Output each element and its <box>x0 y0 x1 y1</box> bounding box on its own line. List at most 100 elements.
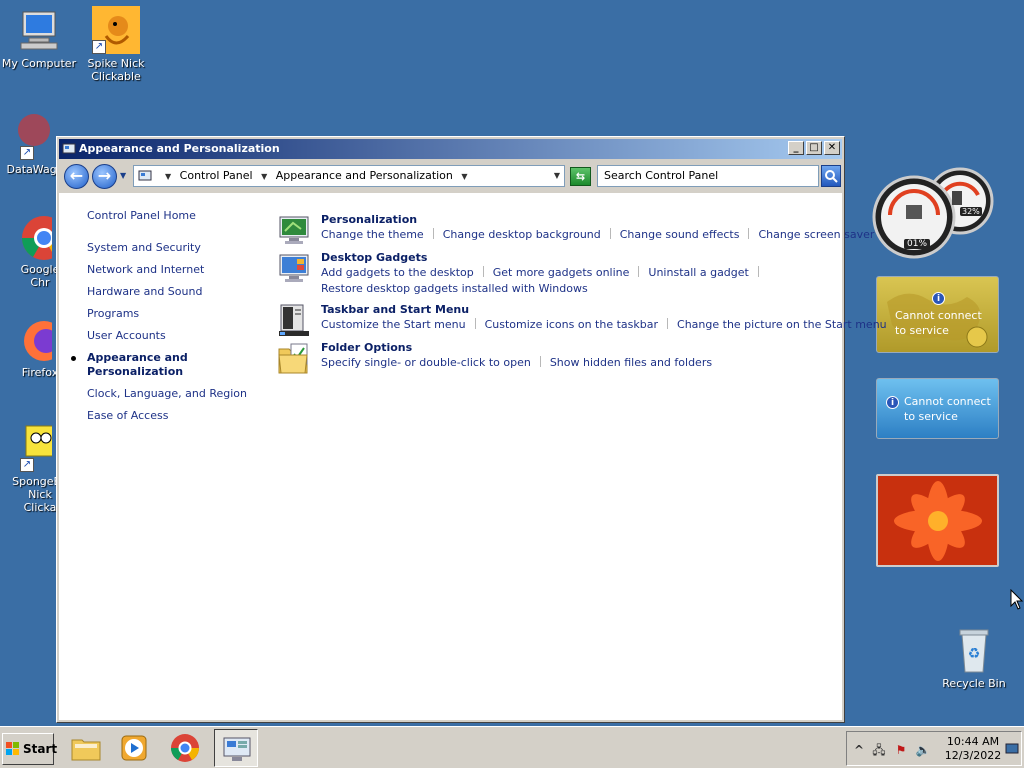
link-customize-start-menu[interactable]: Customize the Start menu <box>321 318 466 331</box>
volume-icon[interactable]: 🔈 <box>915 742 931 758</box>
section-title[interactable]: Taskbar and Start Menu <box>321 303 841 317</box>
address-bar[interactable]: ▼ Control Panel ▼ Appearance and Persona… <box>133 165 565 187</box>
show-desktop-icon <box>1005 743 1019 754</box>
navigation-toolbar: ← → ▼ ▼ Control Panel ▼ Appearance and P… <box>59 161 842 191</box>
nav-hardware-and-sound[interactable]: Hardware and Sound <box>87 285 267 299</box>
link-separator <box>667 318 669 329</box>
shortcut-arrow-icon: ↗ <box>20 458 34 472</box>
left-navigation: Control Panel Home System and Security N… <box>71 209 267 431</box>
link-separator <box>482 266 484 277</box>
desktop-icon-label: My Computer <box>1 57 77 70</box>
search-icon <box>825 170 838 183</box>
close-button[interactable]: ✕ <box>824 141 840 155</box>
geo-weather-gadget[interactable]: i Cannot connect to service <box>876 276 999 353</box>
clock-time: 10:44 AM <box>946 735 1000 748</box>
current-page-bullet-icon <box>71 356 76 361</box>
desktop-icon-label: Clickable <box>91 70 141 83</box>
search-button[interactable] <box>821 165 841 187</box>
minimize-button[interactable]: _ <box>788 141 804 155</box>
link-separator <box>757 266 759 277</box>
link-separator <box>474 318 476 329</box>
desktop-icon-recycle-bin[interactable]: ♻ Recycle Bin <box>934 626 1014 690</box>
breadcrumb-control-panel[interactable]: Control Panel <box>180 169 253 182</box>
link-get-more-gadgets[interactable]: Get more gadgets online <box>493 266 630 279</box>
desktop-icon-label: Spike Nick <box>87 57 145 70</box>
nav-ease-of-access[interactable]: Ease of Access <box>87 409 267 423</box>
link-separator <box>539 356 541 367</box>
cpu-meter-gadget[interactable]: 01% 32% <box>872 165 1002 265</box>
breadcrumb-arrow-icon[interactable]: ▼ <box>261 172 267 181</box>
breadcrumb-arrow-icon[interactable]: ▼ <box>165 172 171 181</box>
clock-date: 12/3/2022 <box>944 749 1002 762</box>
taskbar-app-media-player[interactable] <box>112 729 156 767</box>
maximize-button[interactable]: □ <box>806 141 822 155</box>
taskbar-app-chrome[interactable] <box>163 729 207 767</box>
nav-control-panel-home[interactable]: Control Panel Home <box>87 209 267 223</box>
link-add-gadgets[interactable]: Add gadgets to the desktop <box>321 266 474 279</box>
shortcut-arrow-icon: ↗ <box>92 40 106 54</box>
section-title[interactable]: Desktop Gadgets <box>321 251 841 265</box>
folder-options-icon <box>278 343 308 374</box>
firefox-icon <box>4 315 64 363</box>
section-title[interactable]: Personalization <box>321 213 841 227</box>
link-customize-taskbar-icons[interactable]: Customize icons on the taskbar <box>485 318 658 331</box>
slideshow-gadget[interactable] <box>876 474 999 567</box>
desktop-icon-my-computer[interactable]: My Computer <box>0 6 79 70</box>
search-input[interactable]: Search Control Panel <box>597 165 819 187</box>
info-icon: i <box>886 396 899 409</box>
link-separator <box>432 228 434 239</box>
system-clock[interactable]: 10:44 AM 12/3/2022 <box>943 735 1003 763</box>
breadcrumb-arrow-icon[interactable]: ▼ <box>461 172 467 181</box>
taskbar: Start ^ 🖧 ⚑ 🔈 10:44 AM 12/3/2022 <box>0 726 1024 768</box>
show-desktop-button[interactable] <box>1005 741 1019 757</box>
gadget-message-line: Cannot connect <box>904 395 991 408</box>
nav-appearance-and-personalization[interactable]: Appearance and Personalization <box>71 351 267 379</box>
taskbar-app-file-explorer[interactable] <box>64 729 108 767</box>
link-show-hidden-files[interactable]: Show hidden files and folders <box>550 356 712 369</box>
nav-programs[interactable]: Programs <box>87 307 267 321</box>
show-hidden-icons-button[interactable]: ^ <box>851 742 867 758</box>
memory-usage-value: 32% <box>960 207 982 216</box>
link-change-desktop-background[interactable]: Change desktop background <box>443 228 601 241</box>
info-icon: i <box>932 292 945 305</box>
forward-button[interactable]: → <box>92 164 117 189</box>
link-single-double-click[interactable]: Specify single- or double-click to open <box>321 356 531 369</box>
breadcrumb-appearance[interactable]: Appearance and Personalization <box>276 169 453 182</box>
network-icon[interactable]: 🖧 <box>871 742 887 758</box>
window-title: Appearance and Personalization <box>79 142 280 155</box>
section-taskbar-start-menu: Taskbar and Start Menu Customize the Sta… <box>277 303 887 339</box>
chrome-icon <box>4 212 66 260</box>
nav-system-and-security[interactable]: System and Security <box>87 241 267 255</box>
refresh-button[interactable]: ⇆ <box>570 167 591 186</box>
shortcut-arrow-icon: ↗ <box>20 146 34 160</box>
control-panel-window[interactable]: Appearance and Personalization _ □ ✕ ← →… <box>56 136 887 723</box>
recent-pages-dropdown[interactable]: ▼ <box>120 171 126 180</box>
mouse-cursor-icon <box>1010 589 1024 610</box>
system-tray: ^ 🖧 ⚑ 🔈 10:44 AM 12/3/2022 <box>846 731 1022 766</box>
section-title[interactable]: Folder Options <box>321 341 841 355</box>
link-change-theme[interactable]: Change the theme <box>321 228 424 241</box>
taskbar-app-control-panel[interactable] <box>214 729 258 767</box>
link-change-screen-saver[interactable]: Change screen saver <box>758 228 874 241</box>
nav-network-and-internet[interactable]: Network and Internet <box>87 263 267 277</box>
address-dropdown-icon[interactable]: ▼ <box>554 166 560 186</box>
action-center-warning-icon[interactable]: ⚑ <box>893 742 909 758</box>
link-change-sound-effects[interactable]: Change sound effects <box>620 228 740 241</box>
window-titlebar[interactable]: Appearance and Personalization _ □ ✕ <box>59 139 842 159</box>
media-player-icon <box>121 735 147 761</box>
nav-user-accounts[interactable]: User Accounts <box>87 329 267 343</box>
link-separator <box>638 266 640 277</box>
content-area: Control Panel Home System and Security N… <box>59 193 887 720</box>
link-restore-gadgets[interactable]: Restore desktop gadgets installed with W… <box>321 282 588 295</box>
feed-headlines-gadget[interactable]: i Cannot connect to service <box>876 378 999 439</box>
personalization-icon <box>279 216 309 244</box>
nav-clock-language-region[interactable]: Clock, Language, and Region <box>87 387 267 401</box>
control-panel-icon <box>223 737 251 761</box>
link-change-start-menu-picture[interactable]: Change the picture on the Start menu <box>677 318 887 331</box>
desktop-icon-label: Recycle Bin <box>942 677 1006 690</box>
link-uninstall-gadget[interactable]: Uninstall a gadget <box>648 266 748 279</box>
chrome-icon <box>171 734 199 762</box>
back-button[interactable]: ← <box>64 164 89 189</box>
desktop-icon-spike[interactable]: ↗ Spike Nick Clickable <box>76 6 156 83</box>
start-button[interactable]: Start <box>2 733 57 765</box>
